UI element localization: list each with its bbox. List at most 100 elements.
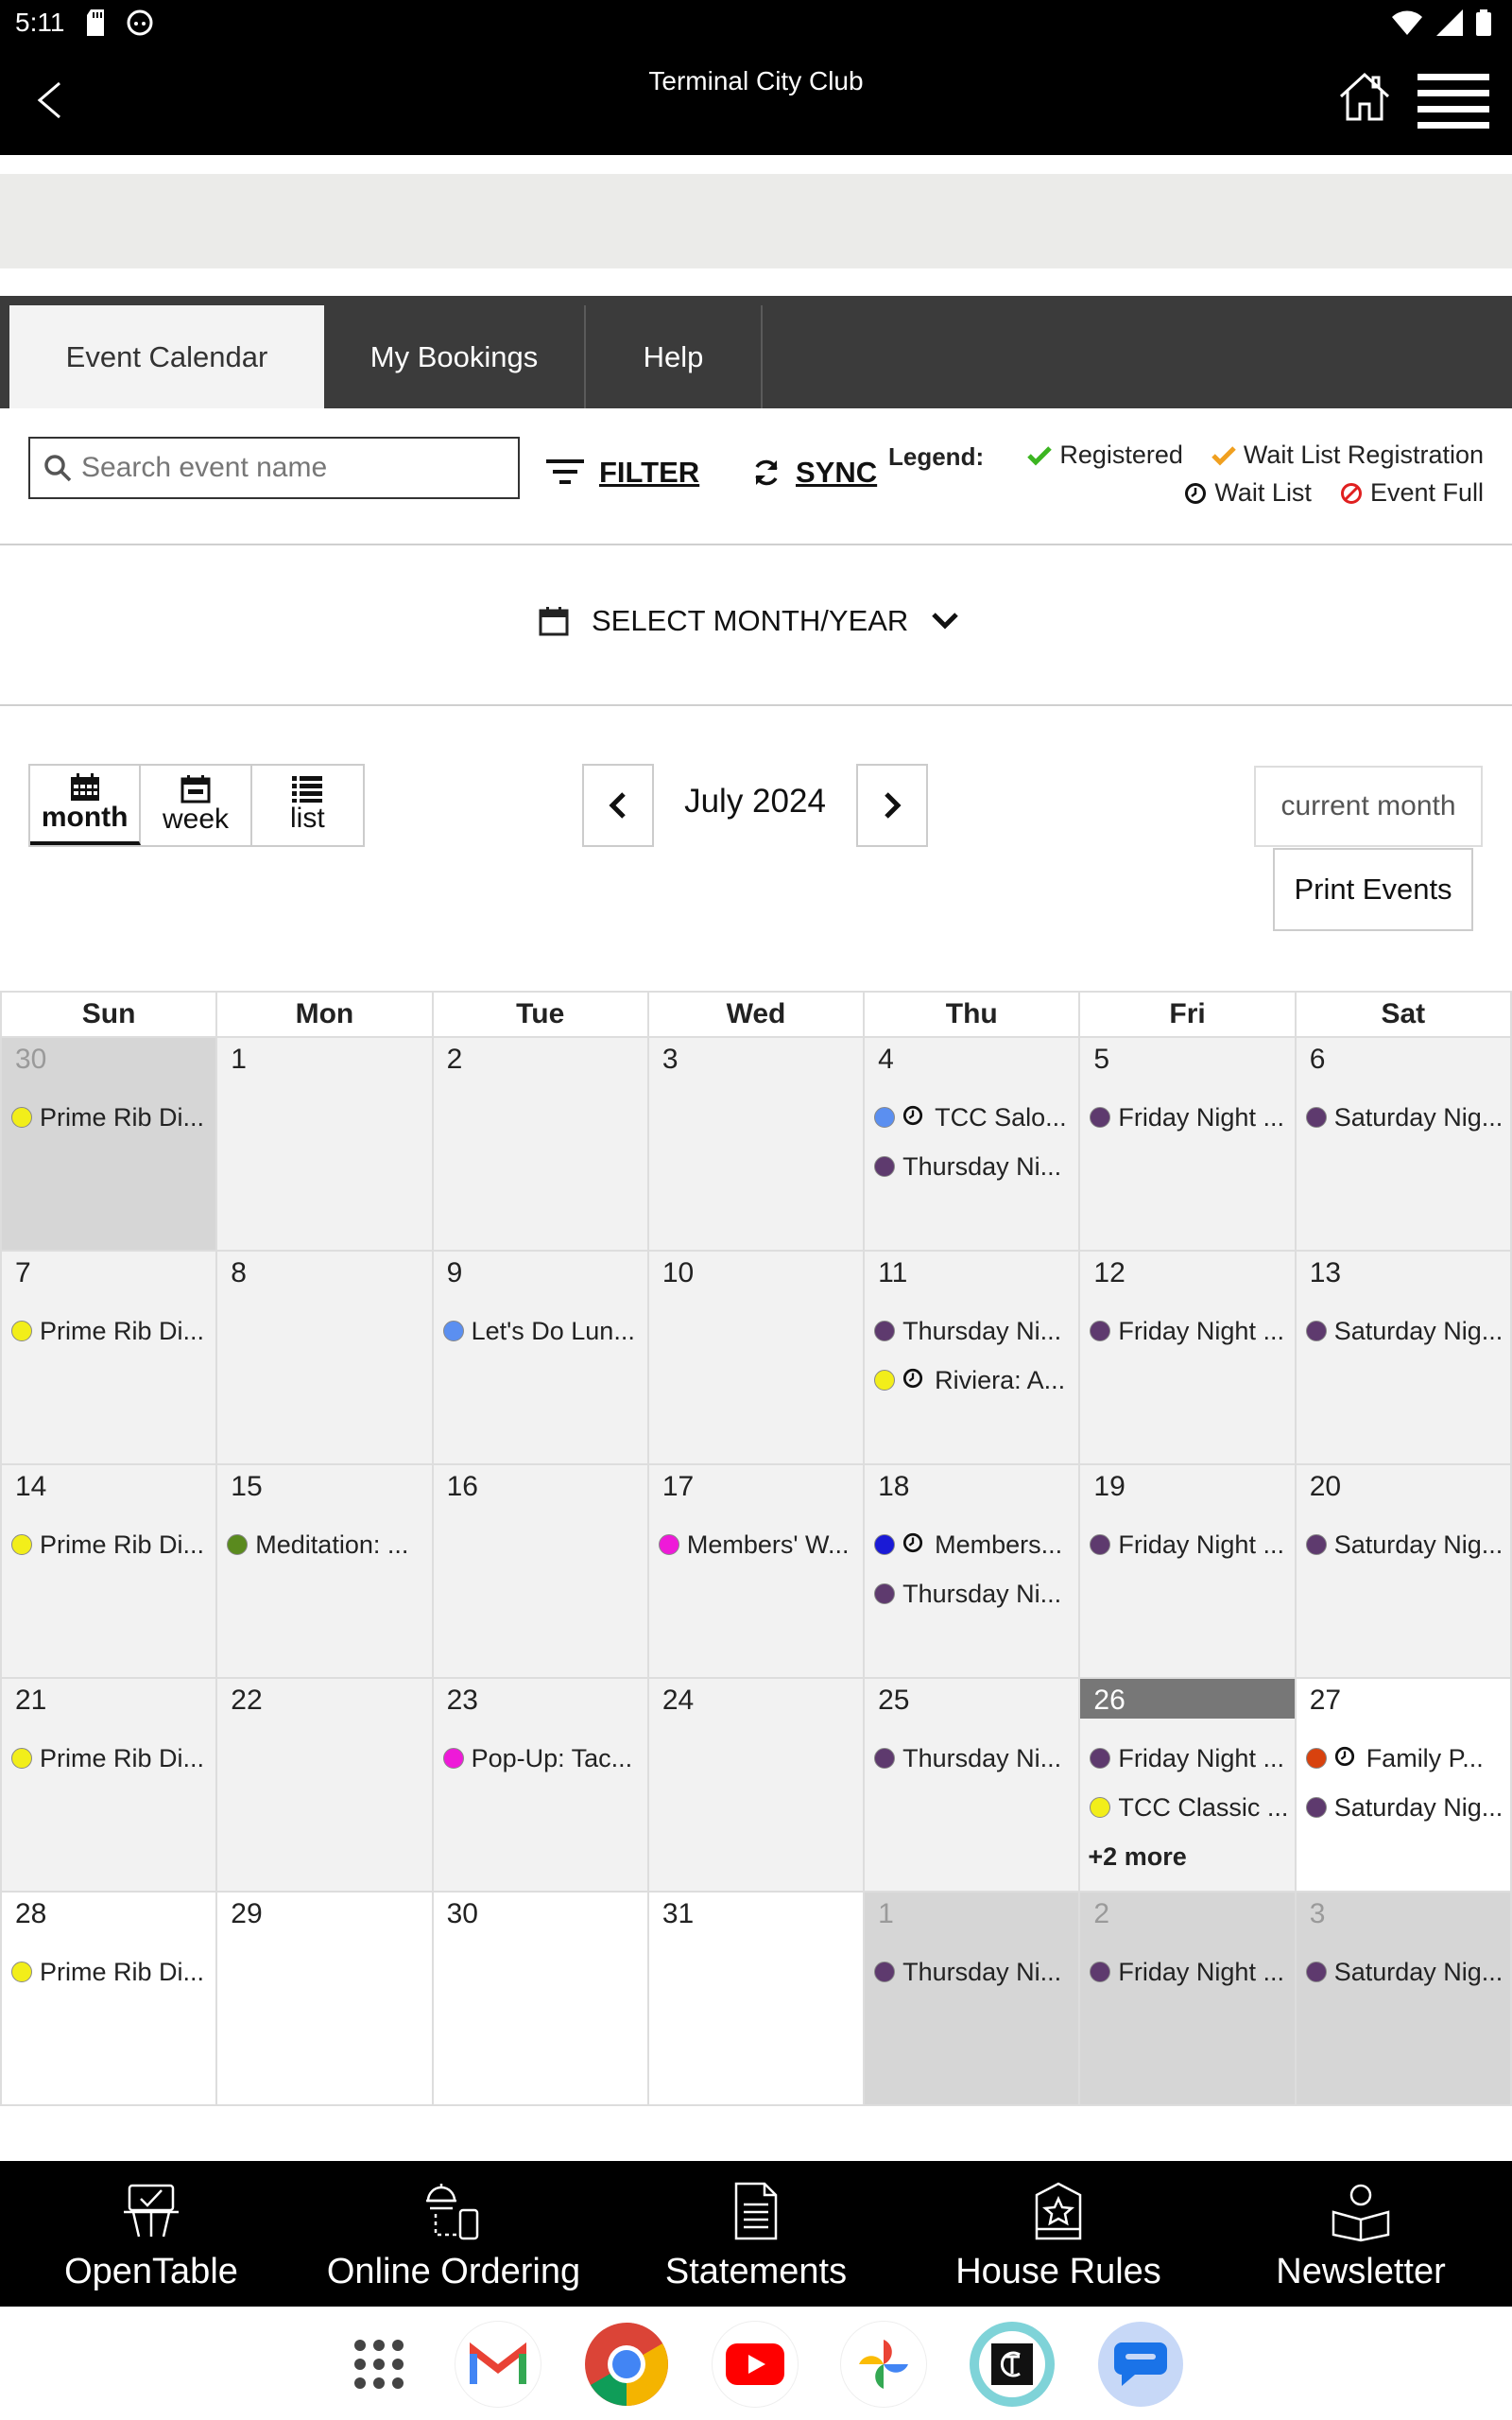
tab-help[interactable]: Help [586,305,763,408]
calendar-event[interactable]: Prime Rib Di... [2,1093,215,1142]
sd-card-icon [87,9,104,36]
day-number: 25 [878,1685,910,1716]
calendar-day-cell[interactable]: 1 [215,1038,432,1250]
tcc-app-icon[interactable] [970,2322,1055,2407]
calendar-day-cell[interactable]: 3 [646,1038,864,1250]
youtube-icon[interactable] [713,2322,798,2407]
calendar-event[interactable]: Friday Night ... [1080,1520,1294,1569]
next-month-button[interactable] [856,764,928,847]
calendar-event[interactable]: Saturday Nig... [1297,1783,1510,1832]
calendar-day-cell[interactable]: 30 Prime Rib Di... [0,1038,216,1250]
search-box[interactable] [28,437,520,499]
calendar-day-cell[interactable]: 27 Family P... Saturday Nig... [1294,1679,1512,1891]
calendar-day-cell[interactable]: 24 [646,1679,864,1891]
sync-button[interactable]: SYNC [752,456,877,490]
messages-icon[interactable] [1098,2322,1183,2407]
calendar-event[interactable]: Family P... [1297,1734,1510,1783]
chrome-icon[interactable] [584,2322,669,2407]
tab-event-calendar[interactable]: Event Calendar [9,305,324,408]
calendar-day-cell[interactable]: 29 [215,1893,432,2104]
search-input[interactable] [81,452,497,484]
calendar-day-cell[interactable]: 9 Let's Do Lun... [431,1252,647,1463]
calendar-event[interactable]: Friday Night ... [1080,1734,1294,1783]
calendar-day-cell[interactable]: 3 Saturday Nig... [1294,1893,1512,2104]
calendar-event[interactable]: Thursday Ni... [865,1142,1078,1191]
calendar-event[interactable]: Thursday Ni... [865,1306,1078,1356]
weekday-sun: Sun [0,993,215,1036]
calendar-event[interactable]: TCC Classic ... [1080,1783,1294,1832]
prev-month-button[interactable] [582,764,654,847]
calendar-day-cell[interactable]: 23 Pop-Up: Tac... [431,1679,647,1891]
calendar-day-cell[interactable]: 28 Prime Rib Di... [0,1893,216,2104]
calendar-event[interactable]: Members' W... [649,1520,863,1569]
calendar-day-cell[interactable]: 19 Friday Night ... [1078,1465,1295,1677]
calendar-event[interactable]: Thursday Ni... [865,1947,1078,1996]
calendar-event[interactable]: Prime Rib Di... [2,1734,215,1783]
calendar-day-cell[interactable]: 31 [646,1893,864,2104]
calendar-day-cell[interactable]: 13 Saturday Nig... [1294,1252,1512,1463]
calendar-day-cell[interactable]: 17 Members' W... [646,1465,864,1677]
calendar-day-cell[interactable]: 22 [215,1679,432,1891]
view-list-button[interactable]: list [252,766,363,845]
calendar-event[interactable]: TCC Salo... [865,1093,1078,1142]
calendar-event[interactable]: Prime Rib Di... [2,1947,215,1996]
calendar-day-cell[interactable]: 11 Thursday Ni... Riviera: A... [863,1252,1079,1463]
calendar-event[interactable]: Pop-Up: Tac... [434,1734,647,1783]
view-month-button[interactable]: month [30,766,142,845]
bottom-nav-house-rules[interactable]: House Rules [907,2161,1210,2307]
calendar-event[interactable]: Members... [865,1520,1078,1569]
calendar-event[interactable]: Saturday Nig... [1297,1520,1510,1569]
filter-button[interactable]: FILTER [546,456,699,490]
calendar-day-cell[interactable]: 15 Meditation: ... [215,1465,432,1677]
app-drawer-icon[interactable] [336,2322,421,2407]
calendar-day-cell[interactable]: 4 TCC Salo... Thursday Ni... [863,1038,1079,1250]
calendar-day-cell[interactable]: 6 Saturday Nig... [1294,1038,1512,1250]
bottom-nav-newsletter[interactable]: Newsletter [1210,2161,1512,2307]
calendar-event[interactable]: Riviera: A... [865,1356,1078,1405]
gmail-icon[interactable] [455,2322,541,2407]
view-week-button[interactable]: week [141,766,252,845]
calendar-event[interactable]: Saturday Nig... [1297,1306,1510,1356]
calendar-event[interactable]: Thursday Ni... [865,1569,1078,1618]
calendar-day-cell[interactable]: 10 [646,1252,864,1463]
calendar-event[interactable]: Prime Rib Di... [2,1520,215,1569]
event-title: Thursday Ni... [902,1743,1062,1772]
calendar-day-cell[interactable]: 1 Thursday Ni... [863,1893,1079,2104]
bottom-nav-statements[interactable]: Statements [605,2161,907,2307]
month-year-dropdown[interactable]: SELECT MONTH/YEAR [539,604,959,638]
calendar-day-cell[interactable]: 7 Prime Rib Di... [0,1252,216,1463]
calendar-day-cell[interactable]: 2 Friday Night ... [1078,1893,1295,2104]
calendar-day-cell[interactable]: 18 Members... Thursday Ni... [863,1465,1079,1677]
calendar-day-cell[interactable]: 2 [431,1038,647,1250]
calendar-event[interactable]: Thursday Ni... [865,1734,1078,1783]
more-events-link[interactable]: +2 more [1080,1832,1294,1881]
calendar-event[interactable]: Prime Rib Di... [2,1306,215,1356]
home-button[interactable] [1337,70,1392,125]
calendar-day-cell[interactable]: 8 [215,1252,432,1463]
menu-button[interactable] [1418,74,1489,129]
calendar-event[interactable]: Friday Night ... [1080,1093,1294,1142]
tab-my-bookings[interactable]: My Bookings [324,305,586,408]
calendar-day-cell[interactable]: 5 Friday Night ... [1078,1038,1295,1250]
calendar-day-cell[interactable]: 12 Friday Night ... [1078,1252,1295,1463]
calendar-event[interactable]: Saturday Nig... [1297,1947,1510,1996]
print-events-button[interactable]: Print Events [1273,848,1473,931]
current-month-button[interactable]: current month [1254,766,1483,847]
calendar-event[interactable]: Saturday Nig... [1297,1093,1510,1142]
calendar-event[interactable]: Friday Night ... [1080,1947,1294,1996]
day-number: 31 [662,1898,695,1929]
calendar-event[interactable]: Let's Do Lun... [434,1306,647,1356]
clock-icon [902,1103,923,1132]
calendar-day-cell[interactable]: 26 Friday Night ... TCC Classic ... +2 more [1078,1679,1295,1891]
calendar-event[interactable]: Friday Night ... [1080,1306,1294,1356]
calendar-day-cell[interactable]: 14 Prime Rib Di... [0,1465,216,1677]
calendar-day-cell[interactable]: 25 Thursday Ni... [863,1679,1079,1891]
calendar-day-cell[interactable]: 20 Saturday Nig... [1294,1465,1512,1677]
bottom-nav-opentable[interactable]: OpenTable [0,2161,302,2307]
calendar-day-cell[interactable]: 16 [431,1465,647,1677]
calendar-day-cell[interactable]: 30 [431,1893,647,2104]
calendar-event[interactable]: Meditation: ... [217,1520,431,1569]
calendar-day-cell[interactable]: 21 Prime Rib Di... [0,1679,216,1891]
photos-icon[interactable] [841,2322,926,2407]
bottom-nav-online-ordering[interactable]: Online Ordering [302,2161,605,2307]
